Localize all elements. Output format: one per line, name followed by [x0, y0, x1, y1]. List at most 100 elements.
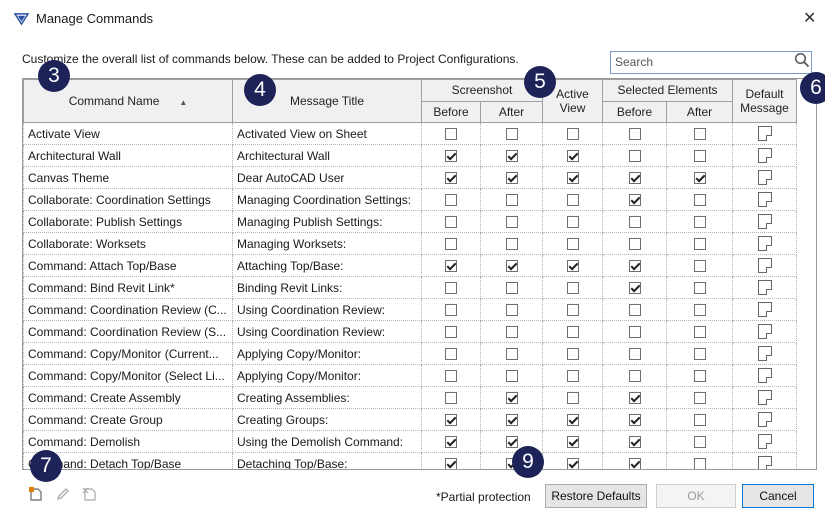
command-name-cell[interactable]: Command: Coordination Review (S... — [23, 320, 233, 343]
active-view-checkbox[interactable] — [566, 304, 579, 317]
selected-before-checkbox[interactable] — [628, 326, 641, 339]
screenshot-after-checkbox[interactable] — [505, 260, 518, 273]
screenshot-before-checkbox[interactable] — [445, 436, 457, 449]
table-row[interactable]: Command: Detach Top/Base Detaching Top/Ba… — [23, 452, 797, 469]
active-view-checkbox[interactable] — [566, 238, 579, 251]
column-header-screenshot-before[interactable]: Before — [421, 100, 481, 123]
active-view-checkbox[interactable] — [566, 348, 579, 361]
selected-after-checkbox[interactable] — [693, 304, 706, 317]
column-header-selected-after[interactable]: After — [666, 100, 733, 123]
table-row[interactable]: Collaborate: Worksets Managing Worksets: — [23, 232, 797, 255]
message-title-cell[interactable]: Dear AutoCAD User — [232, 166, 422, 189]
selected-before-checkbox[interactable] — [628, 260, 641, 273]
screenshot-before-checkbox[interactable] — [445, 414, 457, 427]
selected-after-checkbox[interactable] — [693, 414, 706, 427]
command-name-cell[interactable]: Activate View — [23, 122, 233, 145]
table-row[interactable]: Activate View Activated View on Sheet — [23, 122, 797, 145]
selected-after-checkbox[interactable] — [693, 128, 706, 141]
selected-before-checkbox[interactable] — [628, 172, 641, 185]
close-icon[interactable]: ✕ — [803, 8, 816, 28]
active-view-checkbox[interactable] — [566, 216, 579, 229]
screenshot-after-checkbox[interactable] — [505, 194, 518, 207]
active-view-checkbox[interactable] — [566, 458, 579, 469]
command-name-cell[interactable]: Command: Bind Revit Link* — [23, 276, 233, 299]
column-header-default-message[interactable]: Default Message — [732, 79, 797, 123]
selected-before-checkbox[interactable] — [628, 392, 641, 405]
default-message-icon[interactable] — [757, 148, 772, 164]
screenshot-after-checkbox[interactable] — [505, 436, 518, 449]
screenshot-after-checkbox[interactable] — [505, 326, 518, 339]
column-header-screenshot-after[interactable]: After — [480, 100, 543, 123]
message-title-cell[interactable]: Architectural Wall — [232, 144, 422, 167]
restore-defaults-button[interactable]: Restore Defaults — [545, 484, 647, 508]
table-row[interactable]: Command: Attach Top/Base Attaching Top/Ba… — [23, 254, 797, 277]
table-row[interactable]: Collaborate: Coordination Settings Managi… — [23, 188, 797, 211]
default-message-icon[interactable] — [757, 302, 772, 318]
selected-after-checkbox[interactable] — [693, 348, 706, 361]
command-name-cell[interactable]: Command: Attach Top/Base — [23, 254, 233, 277]
screenshot-before-checkbox[interactable] — [445, 216, 457, 229]
screenshot-before-checkbox[interactable] — [445, 194, 457, 207]
default-message-icon[interactable] — [757, 390, 772, 406]
message-title-cell[interactable]: Creating Groups: — [232, 408, 422, 431]
table-row[interactable]: Command: Coordination Review (S... Using … — [23, 320, 797, 343]
default-message-icon[interactable] — [757, 236, 772, 252]
active-view-checkbox[interactable] — [566, 326, 579, 339]
column-header-selected-elements[interactable]: Selected Elements — [602, 79, 733, 102]
selected-before-checkbox[interactable] — [628, 238, 641, 251]
selected-after-checkbox[interactable] — [693, 392, 706, 405]
default-message-icon[interactable] — [757, 412, 772, 428]
screenshot-after-checkbox[interactable] — [505, 414, 518, 427]
screenshot-before-checkbox[interactable] — [445, 326, 457, 339]
command-name-cell[interactable]: Collaborate: Publish Settings — [23, 210, 233, 233]
selected-before-checkbox[interactable] — [628, 370, 641, 383]
screenshot-after-checkbox[interactable] — [505, 172, 518, 185]
search-icon[interactable] — [794, 52, 810, 68]
delete-command-icon[interactable] — [82, 486, 98, 502]
active-view-checkbox[interactable] — [566, 370, 579, 383]
message-title-cell[interactable]: Using Coordination Review: — [232, 298, 422, 321]
screenshot-before-checkbox[interactable] — [445, 260, 457, 273]
command-name-cell[interactable]: Command: Coordination Review (C... — [23, 298, 233, 321]
table-row[interactable]: Command: Create Assembly Creating Assembl… — [23, 386, 797, 409]
default-message-icon[interactable] — [757, 192, 772, 208]
message-title-cell[interactable]: Applying Copy/Monitor: — [232, 364, 422, 387]
active-view-checkbox[interactable] — [566, 172, 579, 185]
selected-after-checkbox[interactable] — [693, 282, 706, 295]
screenshot-before-checkbox[interactable] — [445, 128, 457, 141]
selected-after-checkbox[interactable] — [693, 326, 706, 339]
table-row[interactable]: Collaborate: Publish Settings Managing Pu… — [23, 210, 797, 233]
screenshot-after-checkbox[interactable] — [505, 392, 518, 405]
screenshot-after-checkbox[interactable] — [505, 348, 518, 361]
screenshot-before-checkbox[interactable] — [445, 458, 457, 469]
default-message-icon[interactable] — [757, 324, 772, 340]
selected-before-checkbox[interactable] — [628, 458, 641, 469]
selected-after-checkbox[interactable] — [693, 238, 706, 251]
screenshot-before-checkbox[interactable] — [445, 370, 457, 383]
default-message-icon[interactable] — [757, 280, 772, 296]
search-input[interactable] — [613, 53, 787, 70]
selected-before-checkbox[interactable] — [628, 414, 641, 427]
command-name-cell[interactable]: Command: Create Group — [23, 408, 233, 431]
screenshot-before-checkbox[interactable] — [445, 172, 457, 185]
message-title-cell[interactable]: Attaching Top/Base: — [232, 254, 422, 277]
screenshot-before-checkbox[interactable] — [445, 150, 457, 163]
selected-after-checkbox[interactable] — [693, 260, 706, 273]
message-title-cell[interactable]: Binding Revit Links: — [232, 276, 422, 299]
edit-pencil-icon[interactable] — [55, 486, 71, 502]
command-name-cell[interactable]: Command: Create Assembly — [23, 386, 233, 409]
default-message-icon[interactable] — [757, 368, 772, 384]
message-title-cell[interactable]: Creating Assemblies: — [232, 386, 422, 409]
active-view-checkbox[interactable] — [566, 150, 579, 163]
active-view-checkbox[interactable] — [566, 282, 579, 295]
table-row[interactable]: Command: Demolish Using the Demolish Comm… — [23, 430, 797, 453]
selected-after-checkbox[interactable] — [693, 436, 706, 449]
message-title-cell[interactable]: Detaching Top/Base: — [232, 452, 422, 469]
selected-before-checkbox[interactable] — [628, 150, 641, 163]
selected-before-checkbox[interactable] — [628, 128, 641, 141]
command-name-cell[interactable]: Canvas Theme — [23, 166, 233, 189]
command-name-cell[interactable]: Command: Copy/Monitor (Current... — [23, 342, 233, 365]
cancel-button[interactable]: Cancel — [742, 484, 814, 508]
selected-before-checkbox[interactable] — [628, 348, 641, 361]
active-view-checkbox[interactable] — [566, 194, 579, 207]
